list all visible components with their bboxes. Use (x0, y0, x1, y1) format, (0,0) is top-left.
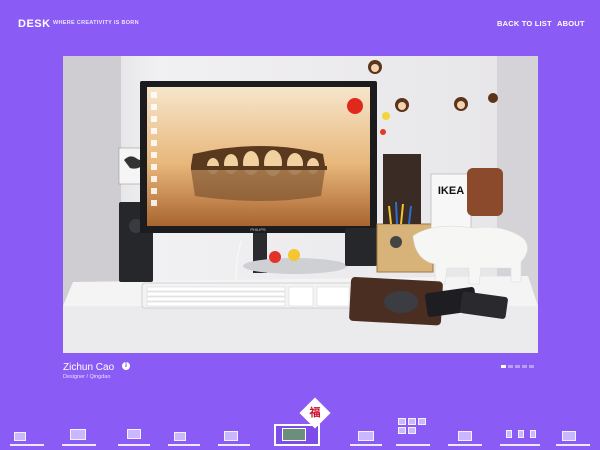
designer-role: Designer / Qingdao (63, 374, 111, 380)
site-header: DESK WHERE CREATIVITY IS BORN BACK TO LI… (0, 0, 600, 48)
designer-name: Zichun Cao (63, 362, 115, 373)
desk-thumbnail[interactable] (118, 424, 150, 446)
pager-dot-5[interactable] (529, 365, 534, 368)
figurine-yellow (288, 249, 300, 261)
mouse (384, 291, 418, 313)
clock-gadget (347, 98, 363, 114)
back-to-list-link[interactable]: BACK TO LIST (497, 19, 552, 28)
leather-case (467, 168, 503, 216)
desk-thumbnail[interactable] (448, 426, 482, 446)
pager-dot-1[interactable] (501, 365, 506, 368)
desk-filmstrip (0, 396, 600, 450)
ikea-logo: IKEA (438, 185, 464, 197)
fu-seal-glyph: 福 (309, 406, 321, 419)
pager-dot-2[interactable] (508, 365, 513, 368)
desk-thumbnail[interactable] (500, 418, 540, 446)
desk-thumbnail[interactable] (396, 418, 430, 446)
desk-thumbnail[interactable] (168, 426, 200, 446)
desk-thumbnail[interactable] (350, 428, 382, 446)
desk-photo: PHILIPS IKEA (63, 56, 538, 353)
right-speaker (345, 228, 377, 266)
about-link[interactable]: ABOUT (557, 19, 585, 28)
pager-dot-3[interactable] (515, 365, 520, 368)
pager-dot-4[interactable] (522, 365, 527, 368)
photo-pager (501, 365, 534, 368)
bridge-wallpaper (191, 146, 327, 201)
brand-logo[interactable]: DESK (18, 18, 51, 30)
monitor-brand: PHILIPS (250, 227, 266, 232)
desk-thumbnail[interactable] (556, 426, 590, 446)
brand-tagline: WHERE CREATIVITY IS BORN (53, 20, 139, 26)
info-icon[interactable]: i (122, 362, 130, 370)
desk-thumbnail[interactable] (62, 424, 96, 446)
figurine-red (269, 251, 281, 263)
desk-thumbnail[interactable] (10, 426, 44, 446)
desk-thumbnail[interactable] (218, 428, 250, 446)
desk-photo-illustration: PHILIPS IKEA (63, 56, 538, 353)
